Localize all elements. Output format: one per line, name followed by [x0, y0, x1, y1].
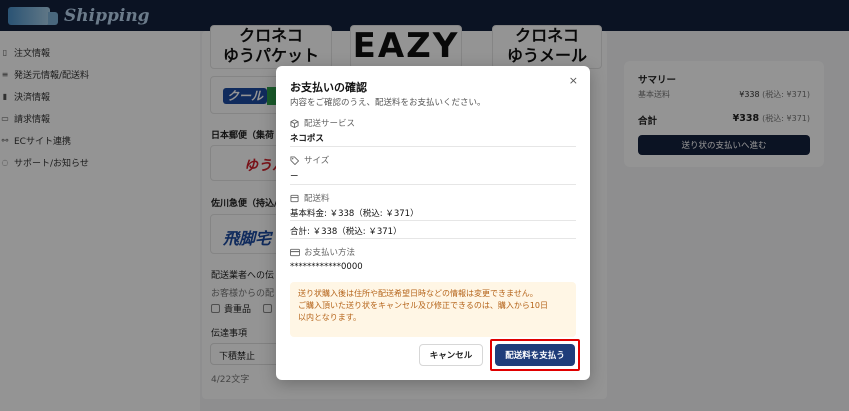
service-value: ネコポス	[290, 134, 324, 144]
payment-confirmation-dialog: お支払いの確認 内容をご確認のうえ、配送料をお支払いください。 × 配送サービス…	[276, 66, 590, 380]
notice-line: 送り状購入後は住所や配送希望日時などの情報は変更できません。	[298, 289, 538, 298]
notice-line: 以内となります。	[298, 313, 361, 322]
divider	[290, 220, 576, 221]
size-label: サイズ	[304, 156, 330, 166]
payment-method-label-row: お支払い方法	[290, 246, 355, 258]
credit-card-icon	[290, 248, 300, 257]
divider	[290, 238, 576, 239]
divider	[290, 184, 576, 185]
close-icon[interactable]: ×	[569, 74, 578, 87]
service-label: 配送サービス	[304, 119, 356, 129]
size-value: ー	[290, 172, 299, 182]
dialog-subtitle: 内容をご確認のうえ、配送料をお支払いください。	[290, 98, 486, 108]
pay-button-highlight: 配送料を支払う	[490, 339, 580, 371]
package-icon	[290, 118, 300, 128]
cancel-button[interactable]: キャンセル	[419, 344, 483, 366]
fee-label-row: 配送料	[290, 192, 330, 204]
tag-icon	[290, 155, 300, 165]
receipt-icon	[290, 194, 300, 203]
total-fee: 合計: ￥338（税込: ￥371）	[290, 227, 402, 237]
service-label-row: 配送サービス	[290, 117, 355, 129]
size-label-row: サイズ	[290, 154, 329, 166]
fee-label: 配送料	[304, 194, 330, 204]
warning-notice: 送り状購入後は住所や配送希望日時などの情報は変更できません。 ご購入頂いた送り状…	[290, 282, 576, 337]
base-fee: 基本料金: ￥338（税込: ￥371）	[290, 209, 419, 219]
notice-line: ご購入頂いた送り状をキャンセル及び修正できるのは、購入から10日	[298, 301, 549, 310]
dialog-title: お支払いの確認	[290, 81, 367, 94]
payment-method-label: お支払い方法	[304, 248, 356, 258]
pay-shipping-fee-button[interactable]: 配送料を支払う	[495, 344, 575, 366]
card-number: ************0000	[290, 262, 363, 272]
divider	[290, 146, 576, 147]
